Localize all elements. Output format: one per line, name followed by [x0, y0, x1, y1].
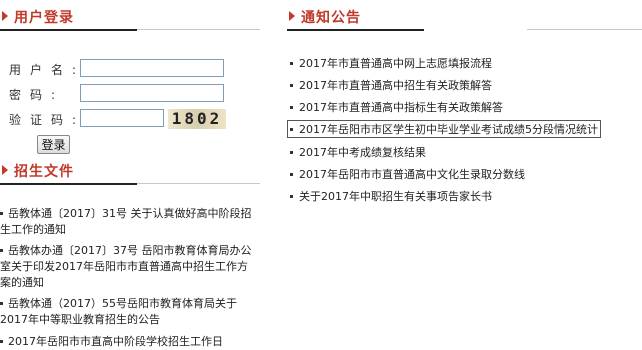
- bullet-icon: [0, 249, 3, 252]
- arrow-right-icon: [2, 11, 8, 21]
- notice-item[interactable]: 2017年市直普通高中网上志愿填报流程: [290, 55, 492, 71]
- notice-item[interactable]: 关于2017年中职招生有关事项告家长书: [290, 188, 492, 204]
- notice-link[interactable]: 2017年市直普通高中指标生有关政策解答: [299, 101, 503, 114]
- bullet-icon: [290, 106, 293, 109]
- bullet-icon: [290, 128, 293, 131]
- document-link[interactable]: 岳教体办通〔2017〕37号 岳阳市教育体育局办公室关于印发2017年岳阳市市直…: [0, 244, 252, 289]
- document-item[interactable]: 岳教体办通〔2017〕37号 岳阳市教育体育局办公室关于印发2017年岳阳市市直…: [0, 243, 255, 291]
- document-item[interactable]: 岳教体通（2017）55号岳阳市教育体育局关于2017年中等职业教育招生的公告: [0, 296, 255, 328]
- notice-item[interactable]: 2017年市直普通高中招生有关政策解答: [290, 77, 492, 93]
- notices-title-rule: [287, 29, 642, 31]
- password-input[interactable]: [80, 84, 224, 102]
- bullet-icon: [290, 84, 293, 87]
- username-label: 用户名:: [9, 63, 86, 77]
- arrow-right-icon: [2, 165, 8, 175]
- document-item[interactable]: 岳教体通〔2017〕31号 关于认真做好高中阶段招生工作的通知: [0, 206, 255, 238]
- document-link[interactable]: 岳教体通〔2017〕31号 关于认真做好高中阶段招生工作的通知: [0, 207, 252, 236]
- documents-title-rule: [0, 183, 260, 185]
- notice-item[interactable]: 2017年岳阳市市直普通高中文化生录取分数线: [290, 166, 525, 182]
- notice-link[interactable]: 2017年岳阳市市直普通高中文化生录取分数线: [299, 168, 525, 181]
- bullet-icon: [0, 340, 3, 343]
- login-button[interactable]: 登录: [37, 135, 70, 154]
- bullet-icon: [290, 195, 293, 198]
- bullet-icon: [290, 62, 293, 65]
- notice-item[interactable]: 2017年中考成绩复核结果: [290, 144, 426, 160]
- password-label: 密码:: [9, 88, 65, 102]
- notice-link[interactable]: 2017年中考成绩复核结果: [299, 146, 426, 159]
- username-input[interactable]: [80, 59, 224, 77]
- notice-item[interactable]: 2017年市直普通高中指标生有关政策解答: [290, 99, 503, 115]
- bullet-icon: [290, 173, 293, 176]
- captcha-label: 验证码:: [9, 113, 86, 127]
- notices-section-title: 通知公告: [289, 7, 361, 27]
- captcha-input[interactable]: [80, 109, 164, 127]
- document-item[interactable]: 2017年岳阳市市直高中阶段学校招生工作日: [0, 334, 255, 350]
- document-link[interactable]: 2017年岳阳市市直高中阶段学校招生工作日: [8, 335, 223, 348]
- bullet-icon: [290, 151, 293, 154]
- login-title-rule: [0, 29, 260, 31]
- login-title-text: 用户登录: [14, 10, 74, 26]
- login-section-title: 用户登录: [2, 7, 74, 27]
- document-link[interactable]: 岳教体通（2017）55号岳阳市教育体育局关于2017年中等职业教育招生的公告: [0, 297, 237, 326]
- notice-item-focused[interactable]: 2017年岳阳市市区学生初中毕业学业考试成绩5分段情况统计: [287, 120, 601, 138]
- documents-title-text: 招生文件: [14, 164, 74, 180]
- bullet-icon: [0, 212, 3, 215]
- notice-link[interactable]: 2017年市直普通高中网上志愿填报流程: [299, 57, 492, 70]
- notice-link[interactable]: 关于2017年中职招生有关事项告家长书: [299, 190, 492, 203]
- documents-section-title: 招生文件: [2, 161, 74, 181]
- notices-title-text: 通知公告: [301, 10, 361, 26]
- notice-link[interactable]: 2017年市直普通高中招生有关政策解答: [299, 79, 492, 92]
- notice-link[interactable]: 2017年岳阳市市区学生初中毕业学业考试成绩5分段情况统计: [299, 123, 598, 136]
- arrow-right-icon: [289, 11, 295, 21]
- captcha-image[interactable]: 1802: [168, 109, 226, 129]
- bullet-icon: [0, 302, 3, 305]
